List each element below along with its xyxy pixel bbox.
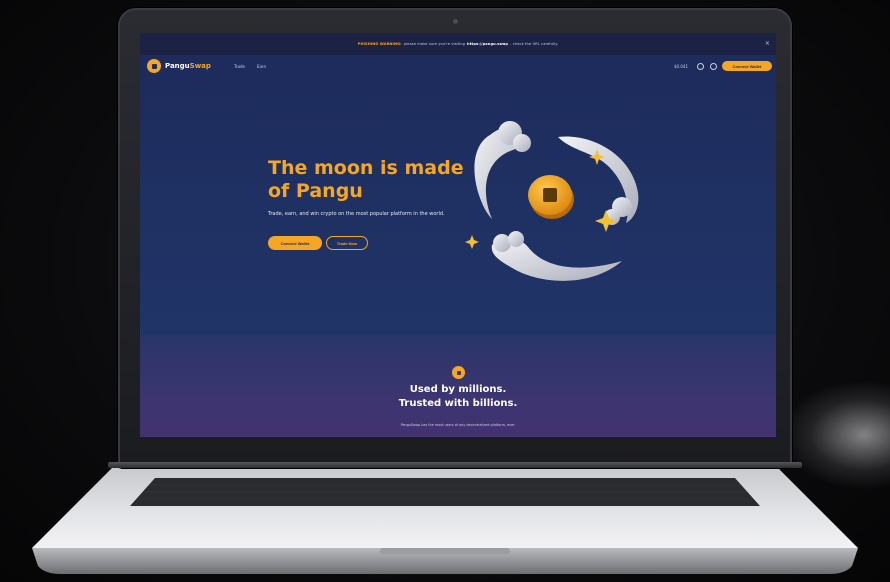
warning-label: PHISHING WARNING:	[357, 42, 402, 46]
connect-wallet-nav-button[interactable]: Connect Wallet	[722, 61, 772, 71]
warning-text-before: please make sure you're visiting	[403, 42, 466, 46]
stats-subtitle: PanguSwap has the most users of any dece…	[400, 423, 516, 427]
hero-subtitle: Trade, earn, and win crypto on the most …	[268, 211, 445, 217]
connect-wallet-button[interactable]: Connect Wallet	[268, 236, 322, 250]
stats-title-line-2: Trusted with billions.	[398, 398, 518, 409]
warning-url[interactable]: https://pangu.swap	[467, 42, 508, 46]
pangu-coin-icon[interactable]	[147, 59, 161, 73]
warning-text-after: - check the URL carefully.	[510, 42, 559, 46]
pangu-coin-icon	[452, 366, 465, 379]
brand-part-2: Swap	[189, 62, 211, 70]
stats-title-line-1: Used by millions.	[409, 384, 507, 395]
nav-link-trade[interactable]: Trade	[234, 64, 245, 69]
brand-name[interactable]: PanguSwap	[165, 62, 211, 70]
globe-icon[interactable]	[697, 63, 704, 70]
laptop-screen: PHISHING WARNING: please make sure you'r…	[140, 33, 776, 437]
background-glow	[780, 380, 890, 490]
laptop-hinge	[108, 462, 802, 468]
phishing-warning-bar: PHISHING WARNING: please make sure you'r…	[140, 33, 776, 55]
stats-section: Used by millions. Trusted with billions.…	[140, 335, 776, 437]
nav-link-earn[interactable]: Earn	[257, 64, 266, 69]
token-price: $0.041	[674, 64, 688, 69]
hero-section: The moon is made of Pangu Trade, earn, a…	[140, 77, 776, 335]
close-icon[interactable]: ×	[765, 40, 770, 47]
hero-illustration	[465, 121, 639, 281]
top-navigation: PanguSwap Trade Earn $0.041 Connect Wall…	[140, 55, 776, 77]
trade-now-button[interactable]: Trade Now	[326, 236, 368, 250]
stats-title: Used by millions. Trusted with billions.	[140, 383, 776, 411]
webcam	[453, 19, 458, 24]
gear-icon[interactable]	[710, 63, 717, 70]
brand-part-1: Pangu	[165, 62, 190, 70]
hero-title: The moon is made of Pangu	[268, 157, 464, 202]
